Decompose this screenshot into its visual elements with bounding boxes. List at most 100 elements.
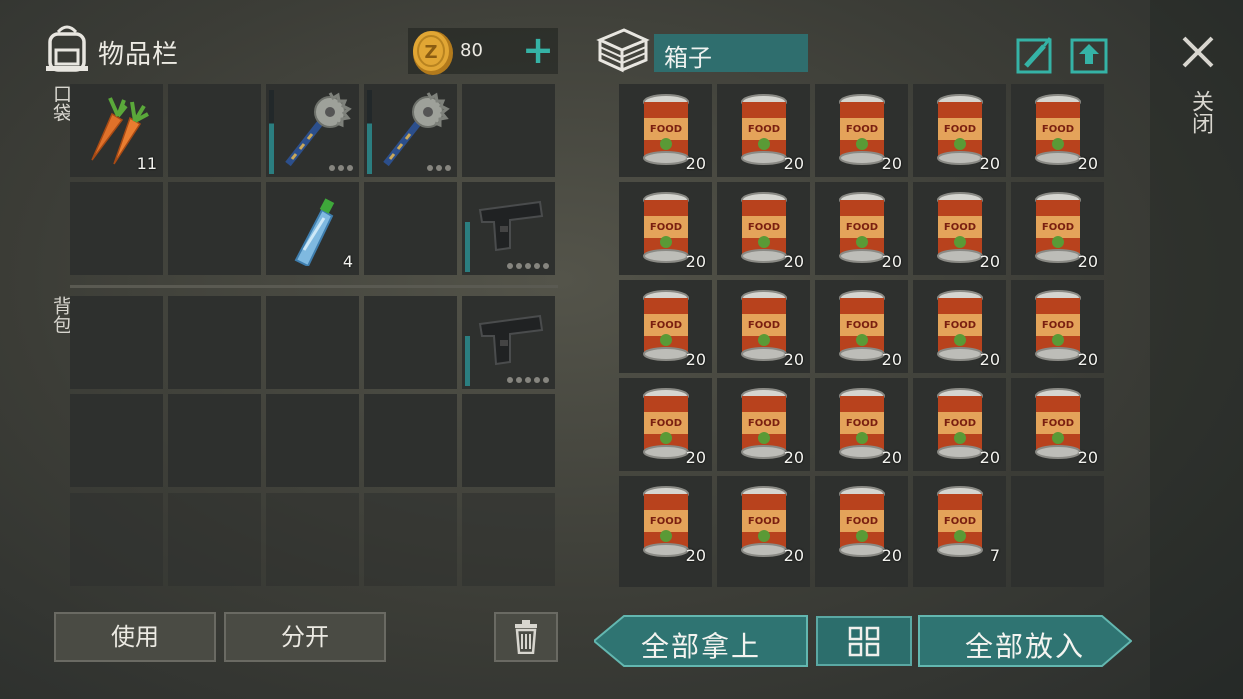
- item-count: 4: [342, 252, 353, 271]
- split-button[interactable]: 分开: [224, 612, 386, 662]
- coin-balance: Z 80 +: [408, 28, 558, 75]
- pocket-slot[interactable]: [168, 84, 261, 177]
- container-slot[interactable]: FOOD 20: [815, 476, 908, 569]
- container-slot[interactable]: FOOD 20: [1011, 182, 1104, 275]
- container-slot[interactable]: FOOD 20: [619, 378, 712, 471]
- sawblade-club-icon: [383, 92, 450, 167]
- container-slot[interactable]: FOOD 20: [913, 280, 1006, 373]
- pocket-slot[interactable]: [70, 182, 163, 275]
- item-count: 20: [979, 154, 1000, 173]
- backpack-slot[interactable]: [70, 394, 163, 487]
- sort-button[interactable]: [816, 616, 912, 666]
- container-slot[interactable]: FOOD 20: [913, 84, 1006, 177]
- put-all-button[interactable]: 全部放入: [918, 615, 1132, 667]
- use-button[interactable]: 使用: [54, 612, 216, 662]
- item-count: 20: [783, 154, 804, 173]
- item-count: 20: [881, 350, 902, 369]
- container-slot[interactable]: FOOD 20: [1011, 84, 1104, 177]
- container-slot[interactable]: FOOD 7: [913, 476, 1006, 569]
- svg-text:FOOD: FOOD: [846, 418, 878, 429]
- container-slot[interactable]: FOOD 20: [815, 280, 908, 373]
- pocket-slot[interactable]: [462, 182, 555, 275]
- container-slot[interactable]: [619, 569, 712, 587]
- item-count: 20: [1077, 350, 1098, 369]
- item-count: 20: [881, 546, 902, 565]
- container-slot[interactable]: [913, 569, 1006, 587]
- item-count: 20: [979, 448, 1000, 467]
- container-name-field[interactable]: 箱子: [654, 34, 808, 72]
- food-can-icon: FOOD: [937, 486, 983, 557]
- container-slot[interactable]: FOOD 20: [815, 182, 908, 275]
- container-slot[interactable]: FOOD 20: [913, 378, 1006, 471]
- backpack-slot[interactable]: [266, 296, 359, 389]
- box-icon: [596, 28, 650, 73]
- container-slot[interactable]: FOOD 20: [717, 84, 810, 177]
- container-slot[interactable]: FOOD 20: [1011, 378, 1104, 471]
- container-slot[interactable]: FOOD 20: [815, 84, 908, 177]
- pocket-slot[interactable]: [364, 182, 457, 275]
- container-slot[interactable]: FOOD 20: [717, 378, 810, 471]
- item-count: 20: [783, 252, 804, 271]
- take-all-button[interactable]: 全部拿上: [594, 615, 808, 667]
- container-slot[interactable]: [717, 569, 810, 587]
- container-slot[interactable]: FOOD 20: [619, 280, 712, 373]
- trash-button[interactable]: [494, 612, 558, 662]
- container-slot[interactable]: FOOD 20: [1011, 280, 1104, 373]
- add-coins-button[interactable]: +: [518, 30, 558, 70]
- container-slot[interactable]: FOOD 20: [619, 476, 712, 569]
- svg-text:FOOD: FOOD: [846, 222, 878, 233]
- backpack-slot[interactable]: [266, 394, 359, 487]
- item-count: 20: [979, 252, 1000, 271]
- item-count: 20: [685, 546, 706, 565]
- svg-text:FOOD: FOOD: [846, 516, 878, 527]
- svg-text:FOOD: FOOD: [944, 320, 976, 331]
- container-slot[interactable]: FOOD 20: [619, 182, 712, 275]
- backpack-slot[interactable]: [364, 296, 457, 389]
- container-slot[interactable]: FOOD 20: [717, 182, 810, 275]
- backpack-slot[interactable]: [364, 394, 457, 487]
- sawblade-club-icon: [285, 92, 352, 167]
- pocket-slot[interactable]: [364, 84, 457, 177]
- container-slot[interactable]: FOOD 20: [717, 476, 810, 569]
- grid-sort-icon: [848, 626, 880, 657]
- container-slot[interactable]: FOOD 20: [619, 84, 712, 177]
- trash-icon: [515, 620, 537, 655]
- locked-slots-row: [70, 493, 555, 586]
- svg-text:FOOD: FOOD: [748, 516, 780, 527]
- section-divider: [70, 285, 558, 288]
- item-count: 20: [881, 448, 902, 467]
- svg-text:FOOD: FOOD: [650, 124, 682, 135]
- put-all-label: 全部放入: [964, 630, 1085, 663]
- svg-text:FOOD: FOOD: [1042, 418, 1074, 429]
- container-slot[interactable]: [1011, 476, 1104, 569]
- rename-brush-icon[interactable]: [1016, 36, 1054, 74]
- svg-text:FOOD: FOOD: [1042, 222, 1074, 233]
- pocket-slot[interactable]: 11: [70, 84, 163, 177]
- svg-text:FOOD: FOOD: [944, 222, 976, 233]
- container-slot[interactable]: FOOD 20: [815, 378, 908, 471]
- inventory-header: 物品栏 Z 80 +: [44, 22, 564, 82]
- backpack-slot[interactable]: [462, 296, 555, 389]
- item-count: 20: [1077, 252, 1098, 271]
- container-slot[interactable]: [815, 569, 908, 587]
- container-slot[interactable]: [1011, 569, 1104, 587]
- upload-icon[interactable]: [1070, 36, 1108, 74]
- pocket-slot[interactable]: [266, 84, 359, 177]
- svg-text:FOOD: FOOD: [1042, 124, 1074, 135]
- backpack-slot[interactable]: [70, 296, 163, 389]
- container-slot[interactable]: FOOD 20: [913, 182, 1006, 275]
- backpack-slot[interactable]: [462, 394, 555, 487]
- close-label[interactable]: 关闭: [1184, 90, 1216, 134]
- close-icon[interactable]: [1178, 32, 1218, 72]
- item-count: 20: [783, 350, 804, 369]
- container-slot[interactable]: FOOD 20: [717, 280, 810, 373]
- inventory-title: 物品栏: [98, 40, 180, 70]
- locked-slot: [266, 493, 359, 586]
- pocket-slot[interactable]: [168, 182, 261, 275]
- pocket-slot[interactable]: 4: [266, 182, 359, 275]
- pocket-slot[interactable]: [462, 84, 555, 177]
- backpack-slot[interactable]: [168, 394, 261, 487]
- item-count: 20: [685, 154, 706, 173]
- container-next-row: [619, 569, 1104, 587]
- backpack-slot[interactable]: [168, 296, 261, 389]
